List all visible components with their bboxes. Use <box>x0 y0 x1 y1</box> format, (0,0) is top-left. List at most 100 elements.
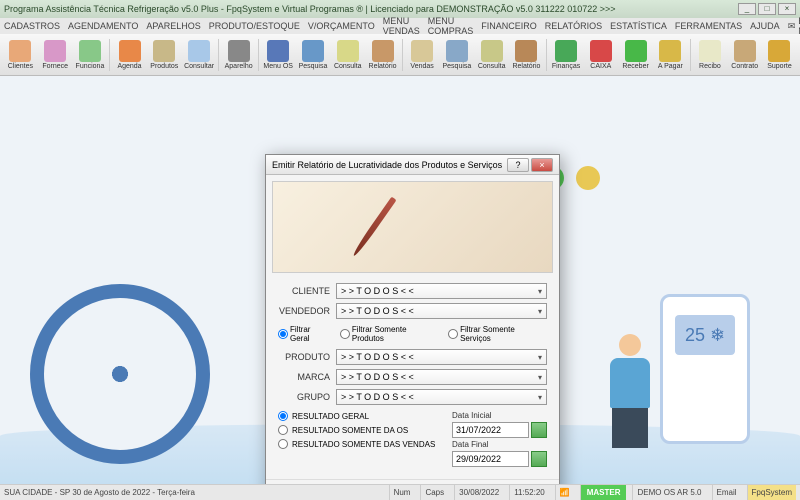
toolbar-produtos[interactable]: Produtos <box>148 36 181 74</box>
produto-select[interactable]: > > T O D O S < < <box>336 349 547 365</box>
toolbar-consulta[interactable]: Consulta <box>475 36 508 74</box>
data-inicial-calendar-button[interactable] <box>531 422 547 438</box>
cliente-label: CLIENTE <box>278 286 336 296</box>
menu-item[interactable]: CADASTROS <box>4 21 60 31</box>
toolbar-a pagar[interactable]: A Pagar <box>654 36 687 74</box>
toolbar-recibo[interactable]: Recibo <box>694 36 727 74</box>
result-vendas-radio[interactable]: RESULTADO SOMENTE DAS VENDAS <box>278 439 442 449</box>
status-date: 30/08/2022 <box>454 485 503 500</box>
receber-icon <box>625 40 647 62</box>
relatório-icon <box>372 40 394 62</box>
pesquisa-icon <box>446 40 468 62</box>
menu-item[interactable]: ESTATÍSTICA <box>610 21 667 31</box>
toolbar: ClientesForneceFuncionaAgendaProdutosCon… <box>0 34 800 76</box>
dialog-header-image <box>272 181 553 273</box>
vendas-icon <box>411 40 433 62</box>
toolbar-fornece[interactable]: Fornece <box>39 36 72 74</box>
status-email[interactable]: Email <box>712 485 741 500</box>
menu-item[interactable]: MENU COMPRAS <box>428 16 474 36</box>
toolbar-clientes[interactable]: Clientes <box>4 36 37 74</box>
desktop: 25 ❄ Emitir Relatório de Lucratividade d… <box>0 76 800 484</box>
marca-label: MARCA <box>278 372 336 382</box>
grupo-select[interactable]: > > T O D O S < < <box>336 389 547 405</box>
toolbar-vendas[interactable]: Vendas <box>406 36 439 74</box>
status-signal-icon: 📶 <box>555 485 574 500</box>
toolbar-pesquisa[interactable]: Pesquisa <box>297 36 330 74</box>
toolbar-suporte[interactable]: Suporte <box>763 36 796 74</box>
marca-select[interactable]: > > T O D O S < < <box>336 369 547 385</box>
status-location: SUA CIDADE - SP 30 de Agosto de 2022 - T… <box>4 488 195 497</box>
status-num: Num <box>389 485 415 500</box>
consultar-icon <box>188 40 210 62</box>
toolbar-relatório[interactable]: Relatório <box>366 36 399 74</box>
dialog-help-button[interactable]: ? <box>507 158 529 172</box>
toolbar-pesquisa[interactable]: Pesquisa <box>441 36 474 74</box>
filter-geral-radio[interactable]: Filtrar Geral <box>278 325 332 343</box>
vendedor-label: VENDEDOR <box>278 306 336 316</box>
result-geral-radio[interactable]: RESULTADO GERAL <box>278 411 442 421</box>
aparelho-icon <box>228 40 250 62</box>
clientes-icon <box>9 40 31 62</box>
toolbar-caixa[interactable]: CAIXA <box>584 36 617 74</box>
status-fpqsystem-link[interactable]: FpqSystem <box>747 485 796 500</box>
menu-item[interactable]: RELATÓRIOS <box>545 21 602 31</box>
profitability-report-dialog: Emitir Relatório de Lucratividade dos Pr… <box>265 154 560 484</box>
toolbar-contrato[interactable]: Contrato <box>728 36 761 74</box>
cliente-select[interactable]: > > T O D O S < < <box>336 283 547 299</box>
grupo-label: GRUPO <box>278 392 336 402</box>
dialog-title: Emitir Relatório de Lucratividade dos Pr… <box>272 160 507 170</box>
toolbar-consulta[interactable]: Consulta <box>331 36 364 74</box>
remote-illustration: 25 ❄ <box>660 294 750 444</box>
agenda-icon <box>119 40 141 62</box>
menu-item[interactable]: FINANCEIRO <box>481 21 537 31</box>
maximize-button[interactable]: □ <box>758 3 776 15</box>
menu-item[interactable]: FERRAMENTAS <box>675 21 742 31</box>
toolbar-finanças[interactable]: Finanças <box>550 36 583 74</box>
data-final-input[interactable]: 29/09/2022 <box>452 451 529 467</box>
dialog-titlebar[interactable]: Emitir Relatório de Lucratividade dos Pr… <box>266 155 559 175</box>
recibo-icon <box>699 40 721 62</box>
toolbar-relatório[interactable]: Relatório <box>510 36 543 74</box>
consulta-icon <box>481 40 503 62</box>
menu-email[interactable]: ✉ E-MAIL <box>788 16 800 36</box>
fan-illustration <box>30 284 210 464</box>
contrato-icon <box>734 40 756 62</box>
menu-item[interactable]: PRODUTO/ESTOQUE <box>209 21 300 31</box>
status-time: 11:52:20 <box>509 485 549 500</box>
menu-item[interactable]: V/ORÇAMENTO <box>308 21 375 31</box>
toolbar-consultar[interactable]: Consultar <box>183 36 216 74</box>
caixa-icon <box>590 40 612 62</box>
menu-item[interactable]: MENU VENDAS <box>383 16 420 36</box>
status-demo: DEMO OS AR 5.0 <box>632 485 705 500</box>
filter-servicos-radio[interactable]: Filtrar Somente Serviços <box>448 325 547 343</box>
suporte-icon <box>768 40 790 62</box>
produtos-icon <box>153 40 175 62</box>
result-os-radio[interactable]: RESULTADO SOMENTE DA OS <box>278 425 442 435</box>
vendedor-select[interactable]: > > T O D O S < < <box>336 303 547 319</box>
toolbar-receber[interactable]: Receber <box>619 36 652 74</box>
minimize-button[interactable]: _ <box>738 3 756 15</box>
status-master: MASTER <box>580 485 627 500</box>
window-close-button[interactable]: × <box>778 3 796 15</box>
filter-produtos-radio[interactable]: Filtrar Somente Produtos <box>340 325 440 343</box>
pesquisa-icon <box>302 40 324 62</box>
toolbar-funciona[interactable]: Funciona <box>74 36 107 74</box>
data-final-calendar-button[interactable] <box>531 451 547 467</box>
data-inicial-input[interactable]: 31/07/2022 <box>452 422 529 438</box>
menu-item[interactable]: AGENDAMENTO <box>68 21 138 31</box>
fornece-icon <box>44 40 66 62</box>
finanças-icon <box>555 40 577 62</box>
menu-item[interactable]: AJUDA <box>750 21 780 31</box>
toolbar-aparelho[interactable]: Aparelho <box>222 36 255 74</box>
menubar: CADASTROS AGENDAMENTO APARELHOS PRODUTO/… <box>0 18 800 34</box>
toolbar-agenda[interactable]: Agenda <box>113 36 146 74</box>
consulta-icon <box>337 40 359 62</box>
toolbar-menu os[interactable]: Menu OS <box>262 36 295 74</box>
statusbar: SUA CIDADE - SP 30 de Agosto de 2022 - T… <box>0 484 800 500</box>
menu-item[interactable]: APARELHOS <box>146 21 200 31</box>
status-caps: Caps <box>420 485 448 500</box>
produto-label: PRODUTO <box>278 352 336 362</box>
dialog-close-button[interactable]: × <box>531 158 553 172</box>
window-title: Programa Assistência Técnica Refrigeraçã… <box>4 4 738 14</box>
relatório-icon <box>515 40 537 62</box>
